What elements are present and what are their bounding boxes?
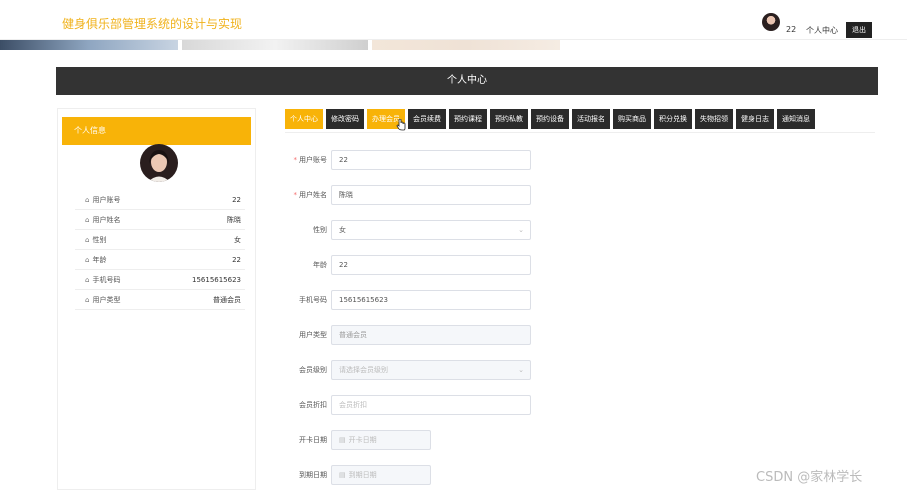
tab-book-equipment[interactable]: 预约设备 (531, 109, 569, 129)
tab-renew-membership[interactable]: 会员续费 (408, 109, 446, 129)
usertype-field: 普通会员 (331, 325, 531, 345)
banner-strip (0, 40, 560, 50)
chevron-down-icon: ⌄ (518, 366, 524, 374)
profile-row-phone: 手机号码15615615623 (75, 270, 245, 290)
user-center-link[interactable]: 个人中心 (806, 25, 838, 36)
chevron-down-icon: ⌄ (518, 226, 524, 234)
profile-row-gender: 性别女 (75, 230, 245, 250)
top-bar: 健身俱乐部管理系统的设计与实现 22 个人中心 退出 (0, 0, 907, 40)
calendar-icon: ▤ (339, 471, 346, 479)
tab-notifications[interactable]: 通知消息 (777, 109, 815, 129)
profile-row-name: 用户姓名陈晓 (75, 210, 245, 230)
tab-lost-found[interactable]: 失物招领 (695, 109, 733, 129)
phone-field[interactable]: 15615615623 (331, 290, 531, 310)
tab-change-password[interactable]: 修改密码 (326, 109, 364, 129)
profile-row-account: 用户账号22 (75, 190, 245, 210)
profile-row-usertype: 用户类型普通会员 (75, 290, 245, 310)
tabs-divider (285, 132, 875, 133)
profile-info-list: 用户账号22 用户姓名陈晓 性别女 年龄22 手机号码15615615623 用… (75, 190, 245, 310)
watermark: CSDN @家林学长 (756, 470, 863, 485)
profile-panel: 个人信息 用户账号22 用户姓名陈晓 性别女 年龄22 手机号码15615615… (57, 108, 256, 490)
page-title: 个人中心 (56, 67, 878, 95)
user-avatar[interactable] (762, 13, 780, 31)
profile-tabs: 个人中心 修改密码 办理会员 会员续费 预约课程 预约私教 预约设备 活动报名 … (285, 109, 815, 129)
member-discount-field[interactable]: 会员折扣 (331, 395, 531, 415)
member-level-select: 请选择会员级别 ⌄ (331, 360, 531, 380)
tab-book-course[interactable]: 预约课程 (449, 109, 487, 129)
profile-avatar (140, 144, 178, 182)
start-date-picker[interactable]: ▤ 开卡日期 (331, 430, 431, 450)
tab-fitness-log[interactable]: 健身日志 (736, 109, 774, 129)
name-field[interactable]: 陈晓 (331, 185, 531, 205)
username-label: 22 (786, 25, 797, 34)
tab-buy-goods[interactable]: 购买商品 (613, 109, 651, 129)
logout-button[interactable]: 退出 (846, 22, 872, 38)
account-field[interactable]: 22 (331, 150, 531, 170)
tab-book-trainer[interactable]: 预约私教 (490, 109, 528, 129)
banner-image-1 (0, 40, 178, 50)
calendar-icon: ▤ (339, 436, 346, 444)
profile-row-age: 年龄22 (75, 250, 245, 270)
site-title: 健身俱乐部管理系统的设计与实现 (62, 17, 243, 31)
hand-cursor-icon (396, 119, 406, 131)
end-date-picker[interactable]: ▤ 到期日期 (331, 465, 431, 485)
age-field[interactable]: 22 (331, 255, 531, 275)
banner-image-2 (182, 40, 368, 50)
banner-image-3 (372, 40, 560, 50)
gender-select[interactable]: 女 ⌄ (331, 220, 531, 240)
profile-panel-title: 个人信息 (62, 117, 251, 145)
tab-profile[interactable]: 个人中心 (285, 109, 323, 129)
tab-points-exchange[interactable]: 积分兑换 (654, 109, 692, 129)
tab-activity-signup[interactable]: 活动报名 (572, 109, 610, 129)
